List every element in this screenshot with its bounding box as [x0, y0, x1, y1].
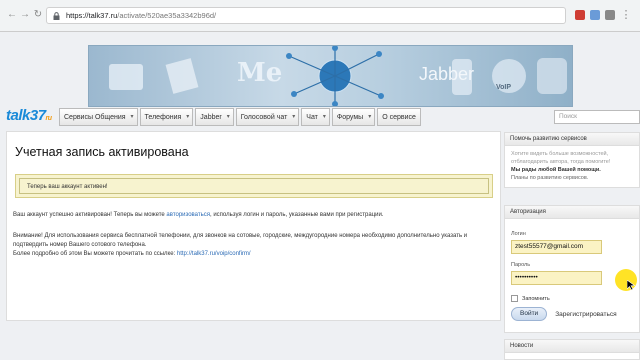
page-title: Учетная запись активирована — [15, 145, 189, 159]
browser-toolbar: ← → ↻ https://talk37.ru/activate/520ae35… — [0, 0, 640, 32]
page: Me Jabber VoIP talk37ru Сервисы Общения … — [0, 32, 640, 360]
notice-text: Теперь ваш аккаунт активен! — [19, 178, 489, 194]
menu-item-about[interactable]: О сервисе — [377, 108, 421, 126]
menu-item-telephony[interactable]: Телефония — [139, 108, 194, 126]
help-text: Хотите видеть больше возможностей, отбла… — [511, 151, 611, 165]
help-plans-link[interactable]: Планы по развитию сервисов. — [505, 174, 639, 182]
help-thanks: Мы рады любой Вашей помощи. — [511, 167, 601, 173]
login-button[interactable]: Войти — [511, 307, 548, 321]
main-content: Учетная запись активирована Теперь ваш а… — [6, 131, 501, 321]
extension-icon[interactable] — [575, 10, 585, 20]
pointer-icon — [627, 280, 635, 290]
lock-icon — [53, 11, 60, 20]
reload-icon[interactable]: ↻ — [32, 9, 44, 21]
register-link[interactable]: Зарегистрироваться — [555, 311, 616, 318]
login-field[interactable]: ztest55577@gmail.com — [511, 240, 602, 254]
password-field[interactable]: •••••••••• — [511, 271, 602, 285]
search-input[interactable]: Поиск — [554, 110, 640, 124]
success-notice: Теперь ваш аккаунт активен! — [15, 174, 493, 198]
network-graphic — [109, 46, 567, 106]
back-icon[interactable]: ← — [6, 9, 18, 21]
jabber-label: Jabber — [419, 64, 475, 84]
remember-checkbox[interactable]: Запомнить — [505, 295, 639, 302]
auth-actions: Войти Зарегистрироваться — [505, 307, 639, 321]
auth-header: Авторизация — [505, 206, 639, 219]
more-text: Более подробно об этом Вы можете прочита… — [13, 251, 251, 257]
me-glyph: Me — [237, 58, 283, 88]
confirm-link[interactable]: http://talk37.ru/voip/confirm/ — [177, 251, 251, 257]
main-menu: Сервисы Общения Телефония Jabber Голосов… — [59, 108, 421, 126]
login-label: Логин — [511, 231, 526, 237]
activation-text: Ваш аккаунт успешно активирован! Теперь … — [13, 212, 384, 218]
news-panel: Новости — [504, 339, 640, 360]
address-url: https://talk37.ru/activate/520ae35a3342b… — [66, 11, 217, 20]
menu-item-forums[interactable]: Форумы — [331, 108, 376, 126]
address-bar[interactable]: https://talk37.ru/activate/520ae35a3342b… — [46, 7, 566, 24]
auth-panel: Авторизация Логин ztest55577@gmail.com П… — [504, 205, 640, 333]
voip-label: VoIP — [496, 84, 512, 91]
forward-icon[interactable]: → — [19, 9, 31, 21]
extension-icon[interactable] — [590, 10, 600, 20]
cursor-highlight — [615, 269, 637, 291]
help-panel: Помочь развитию сервисов Хотите видеть б… — [504, 132, 640, 188]
header-banner: Me Jabber VoIP — [88, 45, 573, 107]
news-header: Новости — [505, 340, 639, 353]
password-label: Пароль — [511, 262, 531, 268]
menu-item-chat[interactable]: Чат — [301, 108, 330, 126]
login-link[interactable]: авторизоваться — [166, 212, 210, 218]
checkbox-icon[interactable] — [511, 295, 518, 302]
menu-item-jabber[interactable]: Jabber — [195, 108, 234, 126]
menu-icon[interactable]: ⋮ — [620, 9, 632, 21]
extension-icon[interactable] — [605, 10, 615, 20]
warning-text: Внимание! Для использования сервиса бесп… — [13, 233, 468, 248]
site-logo[interactable]: talk37ru — [6, 107, 52, 124]
menu-item-voice-chat[interactable]: Голосовой чат — [235, 108, 300, 126]
menu-item-services[interactable]: Сервисы Общения — [59, 108, 138, 126]
help-header: Помочь развитию сервисов — [505, 133, 639, 146]
